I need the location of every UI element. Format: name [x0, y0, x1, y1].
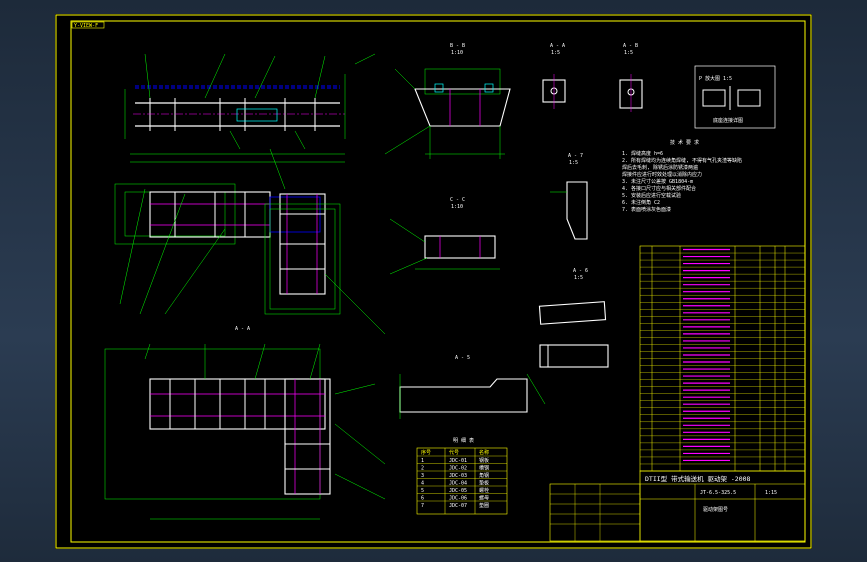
- title-name: 驱动架图号: [703, 506, 728, 513]
- section-ab: A - B 1:5: [619, 43, 643, 112]
- section-a7-scale: 1:5: [569, 160, 578, 166]
- detail-box-caption: 底座连接详图: [713, 117, 743, 124]
- title-block: DTII型 带式输送机 驱动架 -2008 JT-6.5-325.5 1:15 …: [549, 470, 806, 542]
- section-a5: A - 5: [399, 355, 546, 419]
- parts-cell: 2: [421, 466, 424, 472]
- parts-cell: 4: [421, 481, 424, 487]
- detail-box-p: P 放大图 1:5 底座连接详图: [694, 65, 776, 129]
- parts-header: 序号: [421, 449, 431, 456]
- section-a6: A - 6 1:5: [538, 268, 609, 368]
- title-drawing-no: JT-6.5-325.5: [700, 490, 736, 496]
- parts-cell: 垫圈: [479, 502, 489, 509]
- parts-cell: 角钢: [479, 472, 489, 479]
- section-cc: C - C 1:10: [389, 197, 500, 275]
- parts-cell: 螺母: [479, 495, 489, 502]
- section-ab-label: A - B: [623, 43, 638, 49]
- cad-drawing-viewport[interactable]: Y-VIEW-F A - A B - B 1:10 C - C 1:10 A -…: [55, 14, 812, 549]
- note-line: 2. 所有焊缝均为连续角焊缝, 不得有气孔夹渣等缺陷: [622, 157, 742, 164]
- drawing-border-outer: [55, 14, 812, 549]
- parts-cell: 3: [421, 473, 424, 479]
- section-cc-label: C - C: [450, 197, 465, 203]
- parts-table-title: 明 细 表: [453, 437, 474, 444]
- detail-box-title: P 放大图 1:5: [699, 75, 732, 82]
- title-main: DTII型 带式输送机 驱动架 -2008: [645, 474, 751, 483]
- parts-cell: 7: [421, 503, 424, 509]
- parts-header: 代号: [449, 449, 459, 456]
- parts-table: 明 细 表 序号 代号 名称 1 JDC-01 钢板 2 JDC-02 槽钢 3 JDC-03…: [416, 437, 508, 515]
- section-cc-scale: 1:10: [451, 204, 463, 210]
- section-a6-scale: 1:5: [574, 275, 583, 281]
- parts-cell: 6: [421, 496, 424, 502]
- parts-cell: JDC-07: [449, 503, 467, 509]
- note-line: 焊后去毛刺, 除锈后涂防锈漆两遍: [622, 164, 698, 171]
- section-a7-label: A - 7: [568, 153, 583, 159]
- bottom-plan-view: [104, 343, 386, 520]
- section-aa-scale: 1:5: [551, 50, 560, 56]
- bom-table: [639, 245, 806, 472]
- section-bb: B - B 1:10: [384, 43, 511, 159]
- parts-cell: JDC-05: [449, 488, 467, 494]
- parts-cell: JDC-03: [449, 473, 467, 479]
- note-line: 6. 未注倒角 C2: [622, 199, 660, 206]
- section-a7: A - 7 1:5: [550, 153, 588, 240]
- section-a6-label: A - 6: [573, 268, 588, 274]
- note-line: 3. 未注尺寸公差按 GB1804-m: [622, 178, 693, 185]
- note-line: 5. 安装后应进行空载试验: [622, 192, 681, 199]
- parts-cell: JDC-02: [449, 466, 467, 472]
- cad-drawing-canvas[interactable]: Y-VIEW-F A - A B - B 1:10 C - C 1:10 A -…: [55, 14, 812, 549]
- parts-cell: 槽钢: [479, 465, 489, 472]
- plan-view: [114, 148, 386, 335]
- note-line: 1. 焊缝高度 h=6: [622, 150, 663, 157]
- section-ab-scale: 1:5: [624, 50, 633, 56]
- parts-header: 名称: [479, 449, 489, 456]
- section-a5-label: A - 5: [455, 355, 470, 361]
- view-label-mid: A - A: [235, 326, 250, 332]
- parts-cell: JDC-06: [449, 496, 467, 502]
- section-aa-label: A - A: [550, 43, 565, 49]
- parts-cell: 1: [421, 458, 424, 464]
- notes-title: 技 术 要 求: [670, 139, 699, 146]
- technical-notes: 技 术 要 求 1. 焊缝高度 h=6 2. 所有焊缝均为连续角焊缝, 不得有气…: [622, 139, 742, 213]
- section-bb-scale: 1:10: [451, 50, 463, 56]
- parts-cell: JDC-01: [449, 458, 467, 464]
- parts-cell: 钢板: [479, 457, 489, 464]
- section-bb-label: B - B: [450, 43, 465, 49]
- front-elevation-view: [124, 53, 376, 163]
- note-line: 7. 表面喷涂灰色面漆: [622, 206, 671, 213]
- section-aa: A - A 1:5: [542, 43, 566, 109]
- note-line: 4. 各接口尺寸应与相关部件配合: [622, 185, 696, 192]
- parts-cell: 垫板: [479, 480, 489, 487]
- parts-cell: 螺栓: [479, 487, 489, 494]
- title-scale: 1:15: [765, 490, 777, 496]
- parts-cell: 5: [421, 488, 424, 494]
- frame-tag: Y-VIEW-F: [74, 23, 98, 29]
- parts-cell: JDC-04: [449, 481, 467, 487]
- note-line: 焊接件应进行时效处理以消除内应力: [622, 171, 702, 178]
